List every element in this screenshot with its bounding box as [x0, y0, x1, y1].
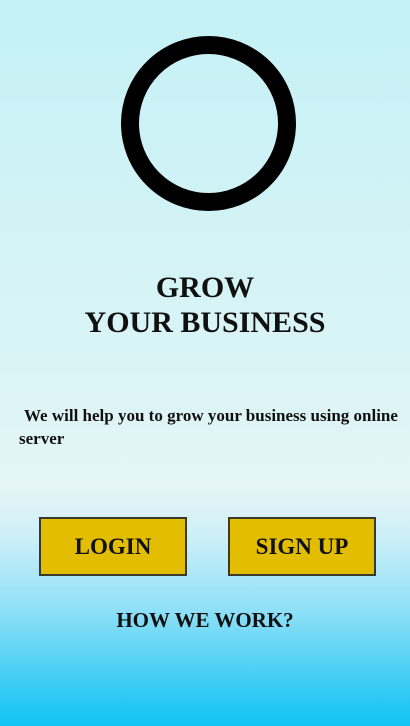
sign-up-button[interactable]: SIGN UP [228, 517, 376, 576]
title-line-2: YOUR BUSINESS [84, 306, 326, 339]
page-title: GROW YOUR BUSINESS [0, 270, 410, 340]
tagline-text: We will help you to grow your business u… [19, 406, 398, 448]
ring-logo-icon [121, 36, 296, 211]
title-line-1: GROW [155, 271, 255, 304]
login-button[interactable]: LOGIN [39, 517, 187, 576]
how-we-work-link[interactable]: HOW WE WORK? [0, 606, 410, 634]
